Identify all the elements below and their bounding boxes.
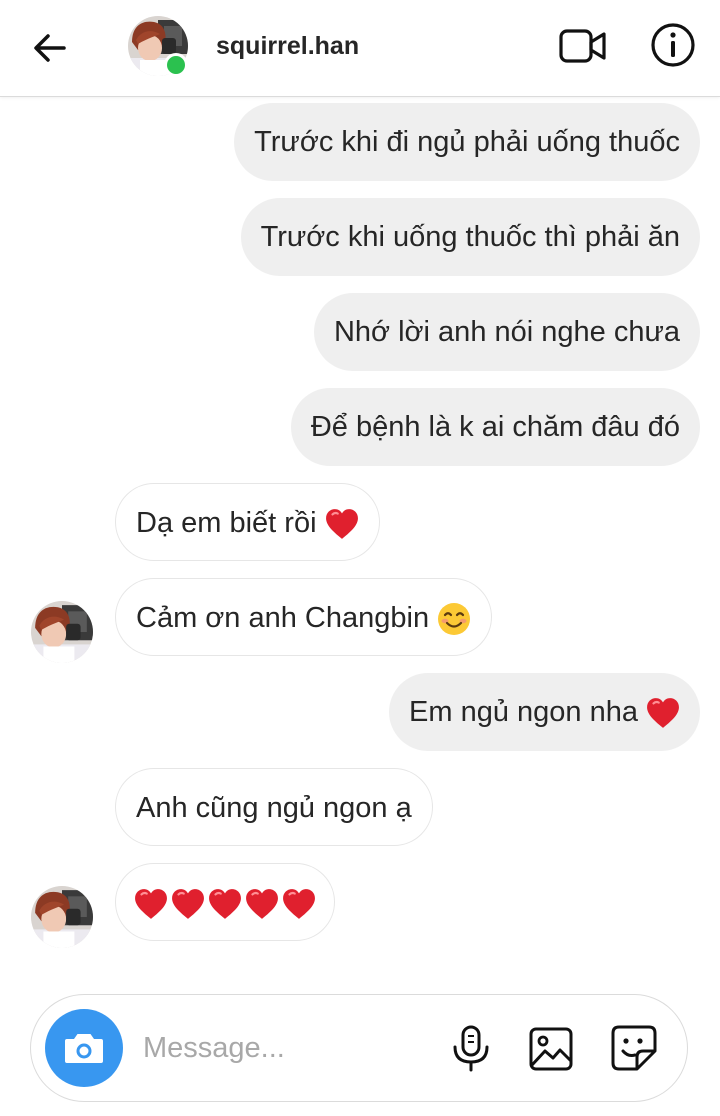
message-bubble-received[interactable]: Dạ em biết rồi bbox=[115, 483, 380, 561]
message-bubble-sent[interactable]: Nhớ lời anh nói nghe chưa bbox=[313, 293, 700, 371]
sticker-button[interactable] bbox=[609, 1023, 659, 1073]
message-text: Anh cũng ngủ ngon ạ bbox=[136, 792, 412, 824]
camera-icon bbox=[65, 1034, 103, 1063]
message-bubble-sent[interactable]: Trước khi uống thuốc thì phải ăn bbox=[240, 198, 700, 276]
message-text: Em ngủ ngon nha bbox=[409, 696, 638, 728]
message-bubble-received[interactable]: Anh cũng ngủ ngon ạ bbox=[115, 768, 433, 846]
message-text: Để bệnh là k ai chăm đâu đó bbox=[310, 411, 680, 443]
sticker-icon bbox=[611, 1025, 657, 1071]
heart-emoji-icon bbox=[171, 888, 205, 920]
sender-avatar[interactable] bbox=[31, 601, 93, 663]
heart-emoji-icon bbox=[325, 508, 359, 540]
video-call-button[interactable] bbox=[558, 26, 608, 66]
message-text: Cảm ơn anh Changbin bbox=[136, 602, 430, 634]
message-input[interactable] bbox=[143, 1023, 433, 1073]
info-icon bbox=[651, 23, 695, 67]
gallery-button[interactable] bbox=[527, 1025, 575, 1073]
gallery-icon bbox=[529, 1027, 573, 1071]
back-button[interactable] bbox=[30, 28, 70, 68]
heart-emoji-icon bbox=[134, 888, 168, 920]
online-status-dot bbox=[164, 53, 188, 77]
smiling-face-emoji-icon bbox=[438, 603, 471, 636]
microphone-icon bbox=[453, 1025, 489, 1072]
conversation-info-button[interactable] bbox=[650, 22, 696, 68]
message-text: Trước khi đi ngủ phải uống thuốc bbox=[254, 126, 680, 158]
chat-username[interactable]: squirrel.han bbox=[216, 32, 359, 61]
sender-avatar[interactable] bbox=[31, 886, 93, 948]
message-composer bbox=[30, 994, 688, 1102]
message-bubble-received[interactable]: Cảm ơn anh Changbin bbox=[115, 578, 493, 656]
message-text: Nhớ lời anh nói nghe chưa bbox=[333, 316, 680, 348]
heart-emoji-icon bbox=[282, 888, 316, 920]
arrow-left-icon bbox=[34, 34, 66, 62]
message-text: Trước khi uống thuốc thì phải ăn bbox=[260, 221, 680, 253]
message-text: Dạ em biết rồi bbox=[136, 507, 317, 539]
chat-header: squirrel.han bbox=[0, 0, 720, 97]
message-bubble-sent[interactable]: Trước khi đi ngủ phải uống thuốc bbox=[234, 103, 700, 181]
heart-emoji-icon bbox=[245, 888, 279, 920]
message-bubble-sent[interactable]: Em ngủ ngon nha bbox=[389, 673, 700, 751]
message-bubble-received[interactable] bbox=[115, 863, 335, 941]
voice-message-button[interactable] bbox=[449, 1025, 493, 1073]
heart-emoji-icon bbox=[208, 888, 242, 920]
camera-button[interactable] bbox=[45, 1009, 123, 1087]
video-camera-icon bbox=[559, 29, 606, 63]
message-bubble-sent[interactable]: Để bệnh là k ai chăm đâu đó bbox=[290, 388, 700, 466]
heart-emoji-icon bbox=[646, 697, 680, 729]
